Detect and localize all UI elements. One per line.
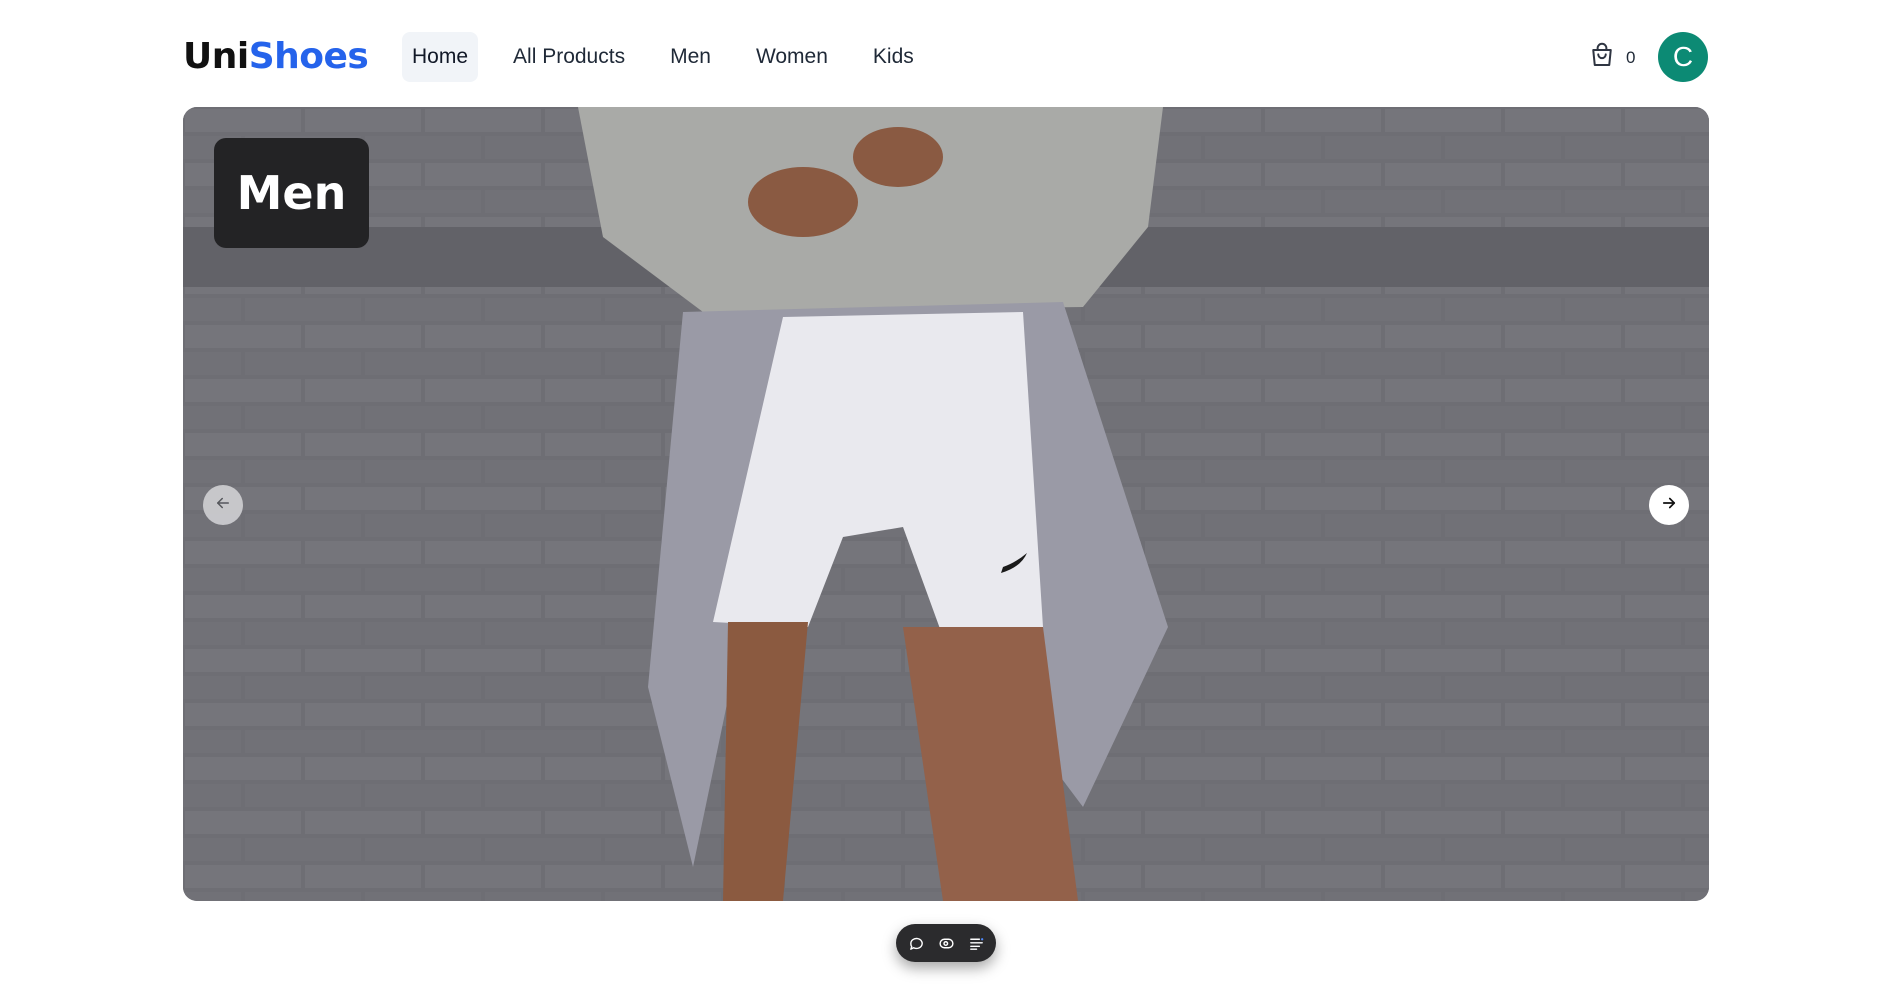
eye-icon[interactable] <box>936 933 956 953</box>
hero-category-label: Men <box>214 138 369 248</box>
brand-logo-part1: Uni <box>183 36 249 77</box>
chat-bubble-icon[interactable] <box>906 933 926 953</box>
user-avatar[interactable]: C <box>1658 32 1708 82</box>
hero-carousel: Men <box>183 107 1709 901</box>
list-icon[interactable] <box>966 933 986 953</box>
main-nav: Home All Products Men Women Kids <box>402 32 949 82</box>
cart-count: 0 <box>1626 47 1636 67</box>
site-header: UniShoes Home All Products Men Women Kid… <box>183 26 1709 91</box>
arrow-left-icon <box>214 494 232 517</box>
brand-logo-part2: Shoes <box>248 36 369 77</box>
nav-item-men[interactable]: Men <box>660 32 721 82</box>
hero-image <box>183 107 1709 901</box>
nav-item-women[interactable]: Women <box>746 32 838 82</box>
carousel-next-button[interactable] <box>1649 485 1689 525</box>
nav-item-home[interactable]: Home <box>402 32 479 82</box>
nav-item-all-products[interactable]: All Products <box>503 32 635 82</box>
carousel-prev-button[interactable] <box>203 485 243 525</box>
floating-toolbar <box>896 924 996 962</box>
brand-logo[interactable]: UniShoes <box>183 36 369 77</box>
shopping-bag-icon <box>1587 40 1617 75</box>
page: UniShoes Home All Products Men Women Kid… <box>0 0 1891 990</box>
arrow-right-icon <box>1660 494 1678 517</box>
cart-button[interactable]: 0 <box>1587 40 1635 75</box>
nav-item-kids[interactable]: Kids <box>863 32 924 82</box>
